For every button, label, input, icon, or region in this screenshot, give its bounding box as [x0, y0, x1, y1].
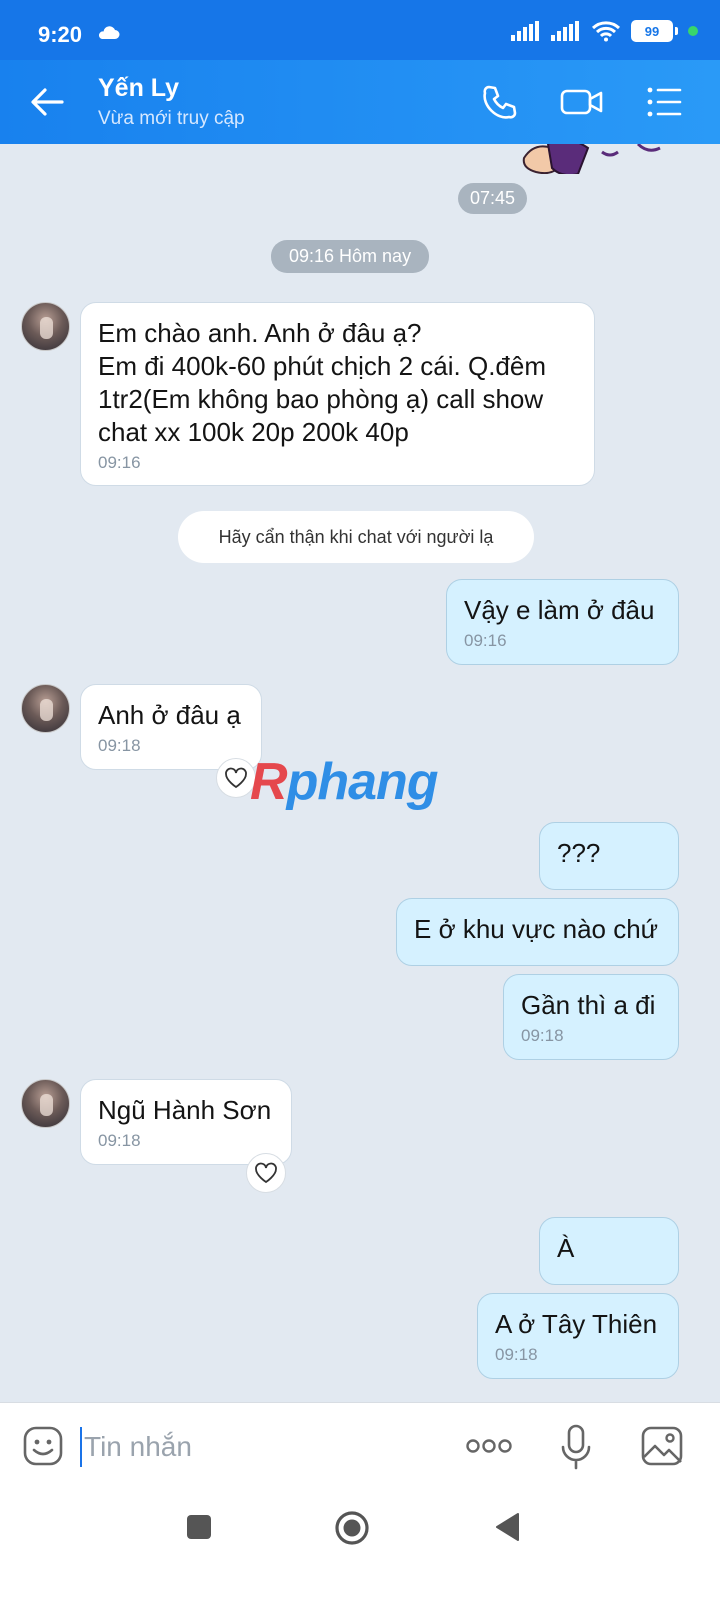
message-bubble-outgoing[interactable]: A ở Tây Thiên 09:18 [477, 1293, 679, 1379]
message-bubble-outgoing[interactable]: E ở khu vực nào chứ [396, 898, 679, 966]
message-text: Ngũ Hành Sơn [98, 1095, 272, 1125]
status-time: 9:20 [38, 22, 83, 47]
sticker-image[interactable] [518, 144, 678, 174]
message-text: E ở khu vực nào chứ [414, 914, 659, 944]
message-time: 09:18 [98, 736, 141, 755]
more-options-icon[interactable] [466, 1437, 512, 1455]
contact-name[interactable]: Yến Ly [98, 74, 179, 103]
text-cursor [80, 1427, 82, 1467]
microphone-icon[interactable] [560, 1423, 592, 1471]
message-time: 09:18 [98, 1131, 141, 1150]
chat-header: Yến Ly Vừa mới truy cập [0, 60, 720, 144]
message-time: 09:18 [521, 1026, 564, 1045]
message-time: 09:16 [464, 631, 507, 650]
message-line: chat xx 100k 20p 200k 40p [98, 417, 409, 447]
safety-notice: Hãy cẩn thận khi chat với người lạ [178, 511, 534, 563]
time-label: 07:45 [458, 183, 528, 214]
message-line: 1tr2(Em không bao phòng ạ) call show [98, 384, 544, 414]
home-button[interactable] [334, 1510, 370, 1546]
recents-button[interactable] [186, 1514, 212, 1540]
menu-list-icon[interactable] [644, 82, 684, 122]
message-line: Em chào anh. Anh ở đâu ạ? [98, 318, 422, 348]
back-button[interactable] [494, 1512, 520, 1542]
cellular-signal-icon [511, 21, 539, 41]
message-text: Gần thì a đi [521, 990, 656, 1020]
react-heart-button[interactable] [246, 1153, 286, 1193]
watermark-logo: Rphang [250, 753, 439, 811]
message-text: A ở Tây Thiên [495, 1309, 658, 1339]
message-bubble-outgoing[interactable]: Gần thì a đi 09:18 [503, 974, 679, 1060]
back-arrow-icon[interactable] [28, 84, 68, 120]
message-input[interactable] [84, 1425, 444, 1469]
message-time: 09:16 [98, 453, 141, 472]
heart-icon [225, 767, 247, 789]
contact-avatar[interactable] [21, 302, 70, 351]
wifi-icon [591, 21, 621, 42]
message-text: Vậy e làm ở đâu [464, 595, 655, 625]
battery-level: 99 [644, 23, 660, 39]
cloud-icon [98, 26, 120, 39]
message-bubble-incoming[interactable]: Ngũ Hành Sơn 09:18 [80, 1079, 292, 1165]
message-text: À [557, 1233, 575, 1263]
message-bubble-incoming[interactable]: Em chào anh. Anh ở đâu ạ? Em đi 400k-60 … [80, 302, 595, 486]
emoji-sticker-icon[interactable] [22, 1425, 64, 1467]
message-time: 09:18 [495, 1345, 538, 1364]
heart-icon [255, 1162, 277, 1184]
video-call-icon[interactable] [560, 82, 604, 122]
contact-status: Vừa mới truy cập [98, 108, 245, 129]
contact-avatar[interactable] [21, 684, 70, 733]
system-nav-bar [0, 1490, 720, 1600]
phone-icon[interactable] [480, 82, 520, 122]
chat-area[interactable]: 07:45 09:16 Hôm nay Em chào anh. Anh ở đ… [0, 144, 720, 1402]
message-bubble-outgoing[interactable]: ??? [539, 822, 679, 890]
message-text: Anh ở đâu ạ [98, 700, 241, 730]
contact-avatar[interactable] [21, 1079, 70, 1128]
message-bubble-outgoing[interactable]: À [539, 1217, 679, 1285]
image-gallery-icon[interactable] [640, 1425, 684, 1467]
date-separator: 09:16 Hôm nay [271, 240, 430, 273]
cellular-signal-2-icon [551, 21, 579, 41]
notification-dot [688, 26, 698, 36]
message-line: Em đi 400k-60 phút chịch 2 cái. Q.đêm [98, 351, 547, 381]
message-bubble-outgoing[interactable]: Vậy e làm ở đâu 09:16 [446, 579, 679, 665]
message-text: ??? [557, 838, 601, 868]
battery-icon: 99 [631, 20, 673, 42]
message-input-bar [0, 1402, 720, 1490]
status-bar: 9:20 99 [0, 0, 720, 60]
